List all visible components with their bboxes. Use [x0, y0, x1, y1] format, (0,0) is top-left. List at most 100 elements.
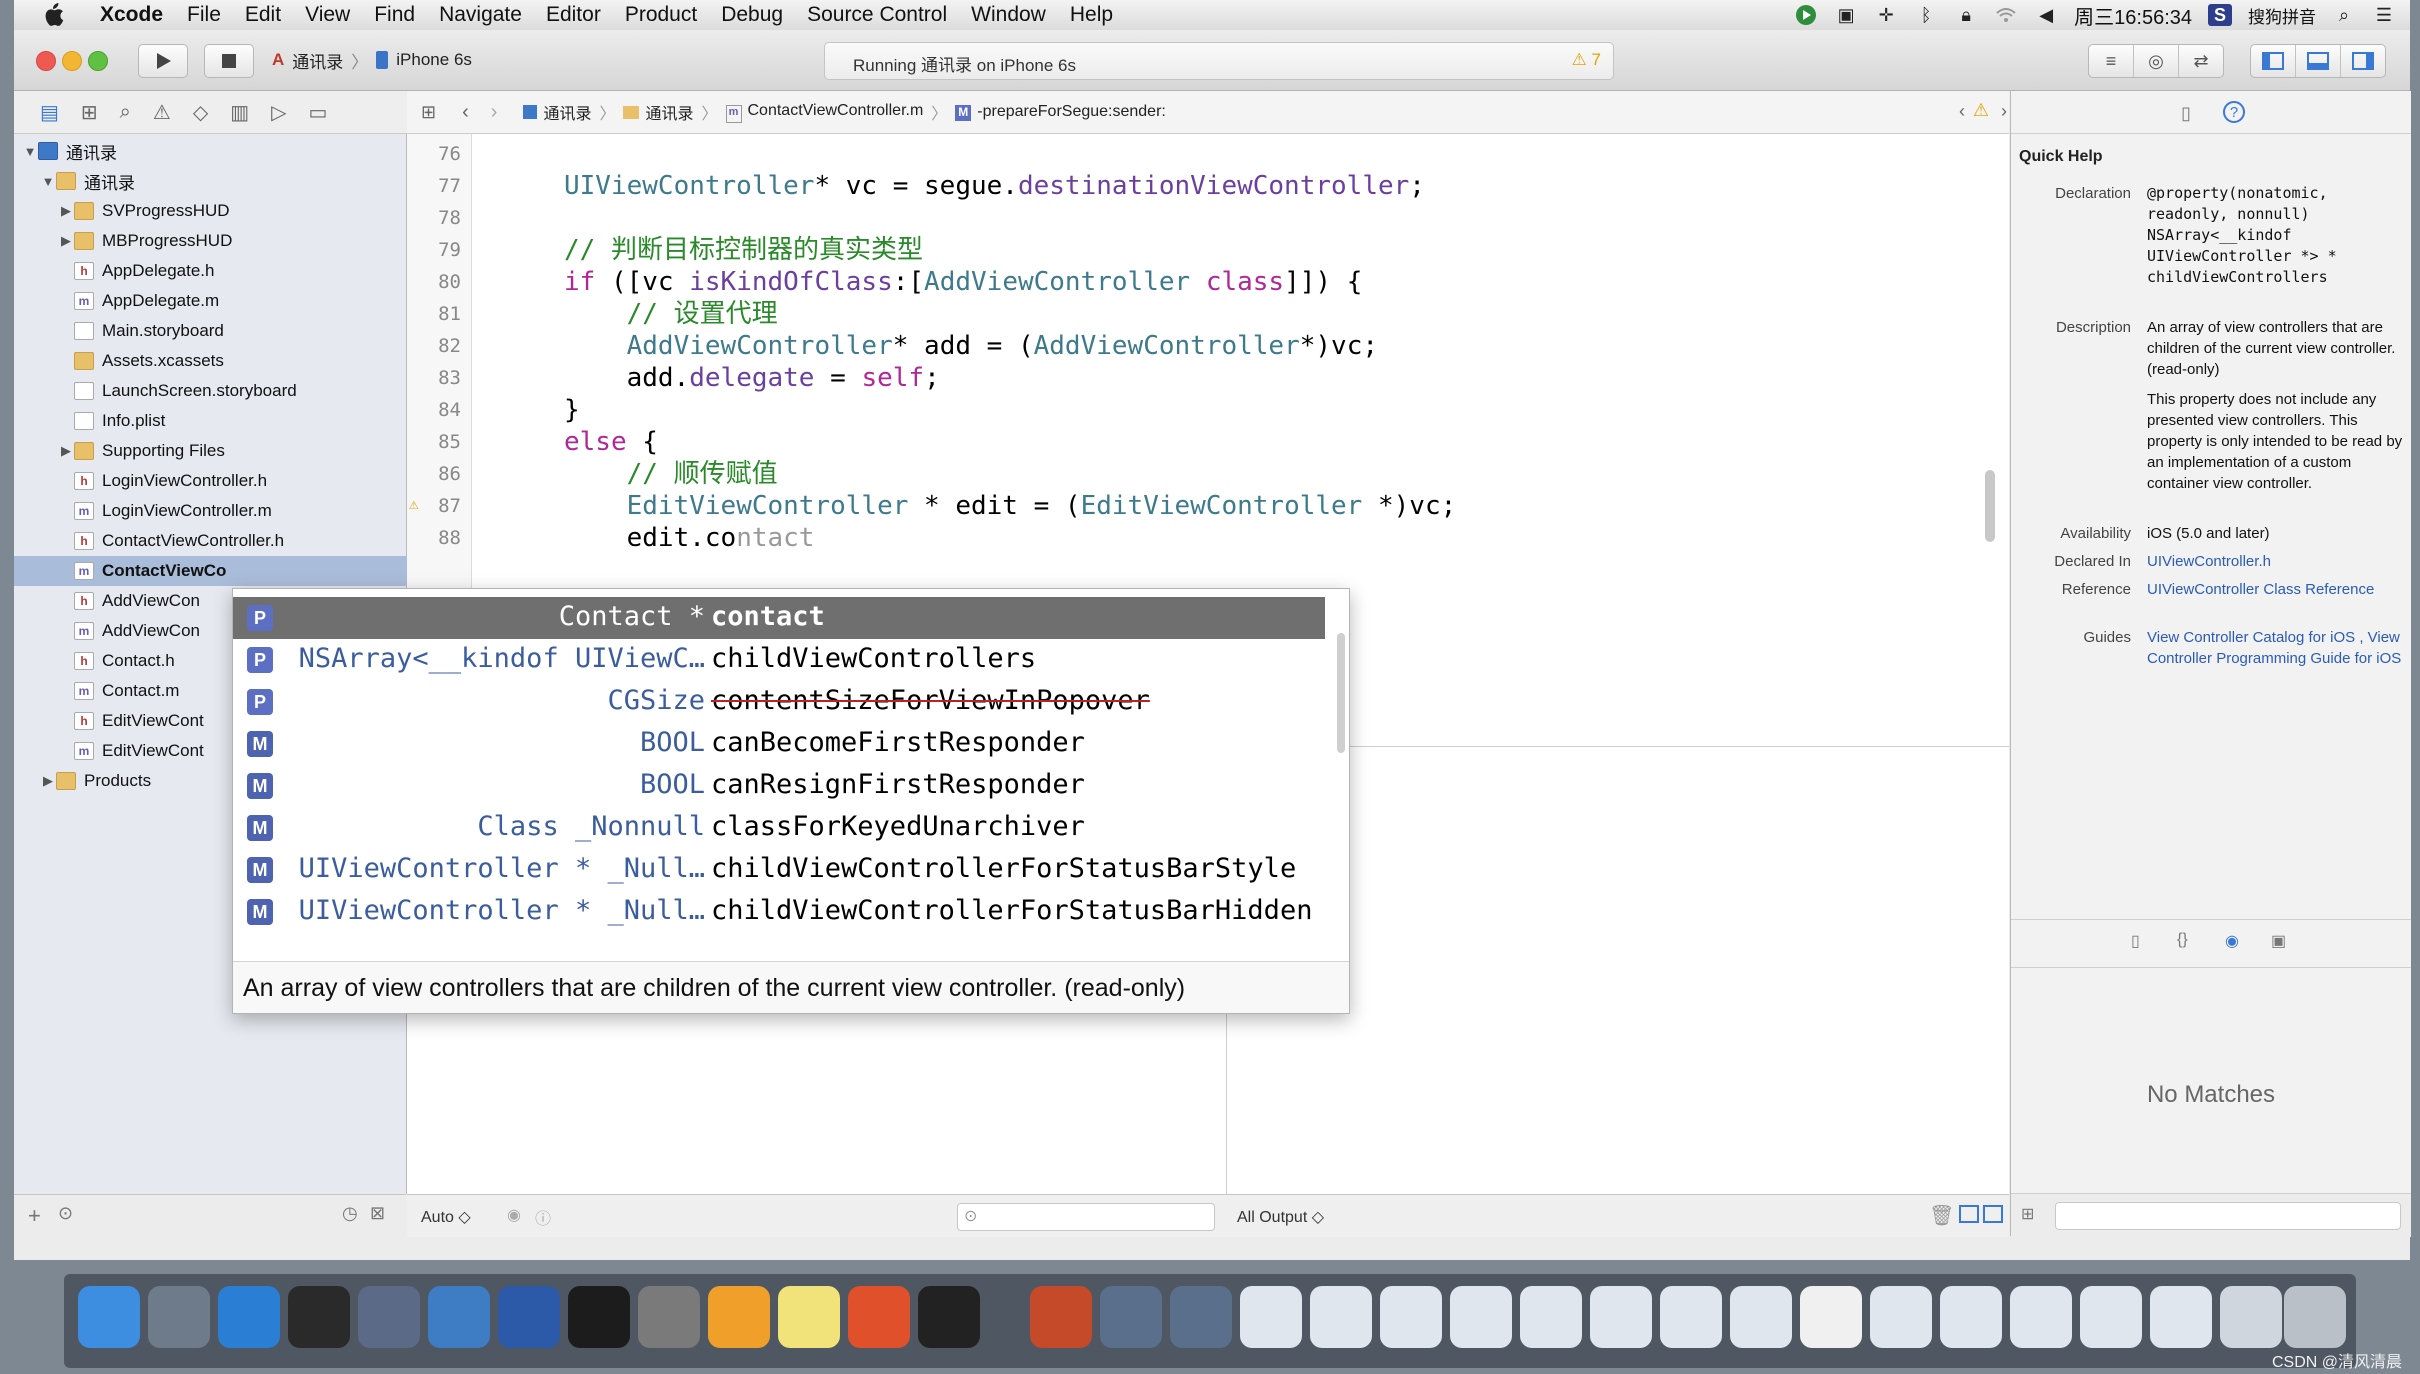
input-method-label[interactable]: 搜狗拼音 — [2248, 3, 2316, 28]
menu-editor[interactable]: Editor — [546, 3, 601, 27]
variables-filter-input[interactable]: ⊙ — [957, 1203, 1215, 1231]
navigator-item[interactable]: m AppDelegate.m — [14, 286, 450, 316]
app-icon[interactable] — [1030, 1286, 1092, 1348]
test-navigator-icon[interactable]: ◇ — [193, 100, 208, 125]
completion-scrollbar[interactable] — [1337, 633, 1345, 753]
window-thumbnail-icon[interactable] — [2010, 1286, 2072, 1348]
spotlight-search-icon[interactable]: ⌕ — [2332, 4, 2356, 26]
group-root[interactable]: ▼ 通讯录 — [14, 166, 432, 196]
preview-window-icon[interactable] — [1170, 1286, 1232, 1348]
next-issue-icon[interactable]: › — [2001, 101, 2007, 122]
window-thumbnail-icon[interactable] — [1450, 1286, 1512, 1348]
toggle-navigator-icon[interactable] — [2251, 45, 2296, 77]
window-thumbnail-icon[interactable] — [2150, 1286, 2212, 1348]
window-thumbnail-icon[interactable] — [1240, 1286, 1302, 1348]
assistant-editor-icon[interactable]: ◎ — [2134, 45, 2179, 77]
file-template-icon[interactable]: ▯ — [2131, 931, 2140, 951]
document-thumbnail-icon[interactable] — [1800, 1286, 1862, 1348]
guides-link[interactable]: View Controller Catalog for iOS , View C… — [2147, 627, 2407, 669]
sketch-icon[interactable] — [708, 1286, 770, 1348]
completion-item[interactable]: M UIViewController * _Null… childViewContr… — [233, 891, 1325, 933]
reference-link[interactable]: UIViewController Class Reference — [2147, 579, 2407, 600]
window-thumbnail-icon[interactable] — [1730, 1286, 1792, 1348]
input-method-icon[interactable]: S — [2208, 4, 2232, 26]
navigator-item[interactable]: h AppDelegate.h — [14, 256, 450, 286]
related-items-icon[interactable]: ⊞ — [421, 102, 436, 123]
completion-item[interactable]: M BOOL canBecomeFirstResponder — [233, 723, 1325, 765]
menu-file[interactable]: File — [187, 3, 221, 27]
crumb-method[interactable]: M -prepareForSegue:sender: — [955, 103, 1166, 121]
menu-navigate[interactable]: Navigate — [439, 3, 522, 27]
object-library-icon[interactable]: ◉ — [2225, 931, 2239, 951]
minimize-window-button[interactable] — [62, 51, 82, 71]
symbol-navigator-icon[interactable]: ⊞ — [81, 100, 98, 125]
split-left-icon[interactable] — [1959, 1205, 1979, 1223]
window-thumbnail-icon[interactable] — [1940, 1286, 2002, 1348]
notification-center-icon[interactable]: ☰ — [2372, 4, 2396, 26]
recent-filter-icon[interactable]: ⊙ — [58, 1203, 73, 1224]
navigator-item[interactable]: m ContactViewCo — [14, 556, 450, 586]
apple-icon[interactable] — [42, 3, 64, 27]
completion-item[interactable]: P Contact * contact — [233, 597, 1325, 639]
output-select[interactable]: All Output ◇ — [1237, 1207, 1324, 1227]
menu-window[interactable]: Window — [971, 3, 1046, 27]
lock-icon[interactable]: 🔒︎ — [1954, 4, 1978, 26]
launchpad-icon[interactable] — [148, 1286, 210, 1348]
warning-marker-icon[interactable]: ⚠ — [409, 494, 419, 513]
menu-edit[interactable]: Edit — [245, 3, 281, 27]
screen-record-icon[interactable]: ▣ — [1834, 4, 1858, 26]
menu-app-name[interactable]: Xcode — [100, 3, 163, 27]
code-snippet-icon[interactable]: {} — [2177, 931, 2188, 949]
project-navigator-icon[interactable]: ▤ — [40, 100, 59, 125]
menu-source-control[interactable]: Source Control — [807, 3, 947, 27]
project-root[interactable]: ▼ 通讯录 — [14, 136, 414, 166]
variables-scope-select[interactable]: Auto ◇ — [421, 1207, 471, 1227]
split-right-icon[interactable] — [1983, 1205, 2003, 1223]
zoom-window-button[interactable] — [88, 51, 108, 71]
debug-navigator-icon[interactable]: ▥ — [230, 100, 249, 125]
media-library-icon[interactable]: ▣ — [2271, 931, 2286, 951]
issue-navigator-icon[interactable]: ⚠ — [153, 100, 171, 125]
menu-debug[interactable]: Debug — [721, 3, 783, 27]
scheme-selector[interactable]: A 通讯录 〉 iPhone 6s — [272, 44, 472, 76]
standard-editor-icon[interactable]: ≡ — [2089, 45, 2134, 77]
window-thumbnail-icon[interactable] — [1520, 1286, 1582, 1348]
find-navigator-icon[interactable]: ⌕ — [120, 101, 131, 124]
status-green-icon[interactable] — [1794, 4, 1818, 26]
safari-icon[interactable] — [218, 1286, 280, 1348]
terminal-icon[interactable] — [568, 1286, 630, 1348]
close-window-button[interactable] — [36, 51, 56, 71]
powerpoint-icon[interactable] — [848, 1286, 910, 1348]
quick-help-icon[interactable]: ? — [2223, 101, 2245, 123]
trash-icon[interactable]: 🗑︎ — [1929, 1203, 1954, 1228]
run-button[interactable] — [138, 44, 188, 78]
previous-issue-icon[interactable]: ‹ — [1959, 101, 1965, 122]
window-thumbnail-icon[interactable] — [2080, 1286, 2142, 1348]
navigator-item[interactable]: Info.plist — [14, 406, 450, 436]
navigator-item[interactable]: ▶ Supporting Files — [14, 436, 450, 466]
add-file-icon[interactable]: + — [28, 1203, 41, 1229]
mouse-app-icon[interactable] — [288, 1286, 350, 1348]
media-app-icon[interactable] — [358, 1286, 420, 1348]
clock-filter-icon[interactable]: ◷ — [342, 1203, 358, 1224]
navigator-item[interactable]: LaunchScreen.storyboard — [14, 376, 450, 406]
window-thumbnail-icon[interactable] — [1660, 1286, 1722, 1348]
completion-item[interactable]: P CGSize contentSizeForViewInPopover — [233, 681, 1325, 723]
completion-item[interactable]: M BOOL canResignFirstResponder — [233, 765, 1325, 807]
stop-button[interactable] — [204, 44, 254, 78]
completion-item[interactable]: M UIViewController * _Null… childViewContr… — [233, 849, 1325, 891]
finder-icon[interactable] — [78, 1286, 140, 1348]
version-editor-icon[interactable]: ⇄ — [2179, 45, 2223, 77]
library-filter-input[interactable] — [2055, 1202, 2401, 1230]
window-thumbnail-icon[interactable] — [1870, 1286, 1932, 1348]
menu-view[interactable]: View — [305, 3, 350, 27]
back-arrow-icon[interactable]: ‹ — [462, 101, 469, 124]
navigator-item[interactable]: Assets.xcassets — [14, 346, 450, 376]
bluetooth-icon[interactable]: ᛒ — [1914, 4, 1938, 26]
menu-product[interactable]: Product — [625, 3, 697, 27]
plus-cross-icon[interactable]: ✛ — [1874, 4, 1898, 26]
system-preferences-icon[interactable] — [638, 1286, 700, 1348]
toggle-utilities-icon[interactable] — [2341, 45, 2385, 77]
navigator-item[interactable]: Main.storyboard — [14, 316, 450, 346]
menu-find[interactable]: Find — [374, 3, 415, 27]
